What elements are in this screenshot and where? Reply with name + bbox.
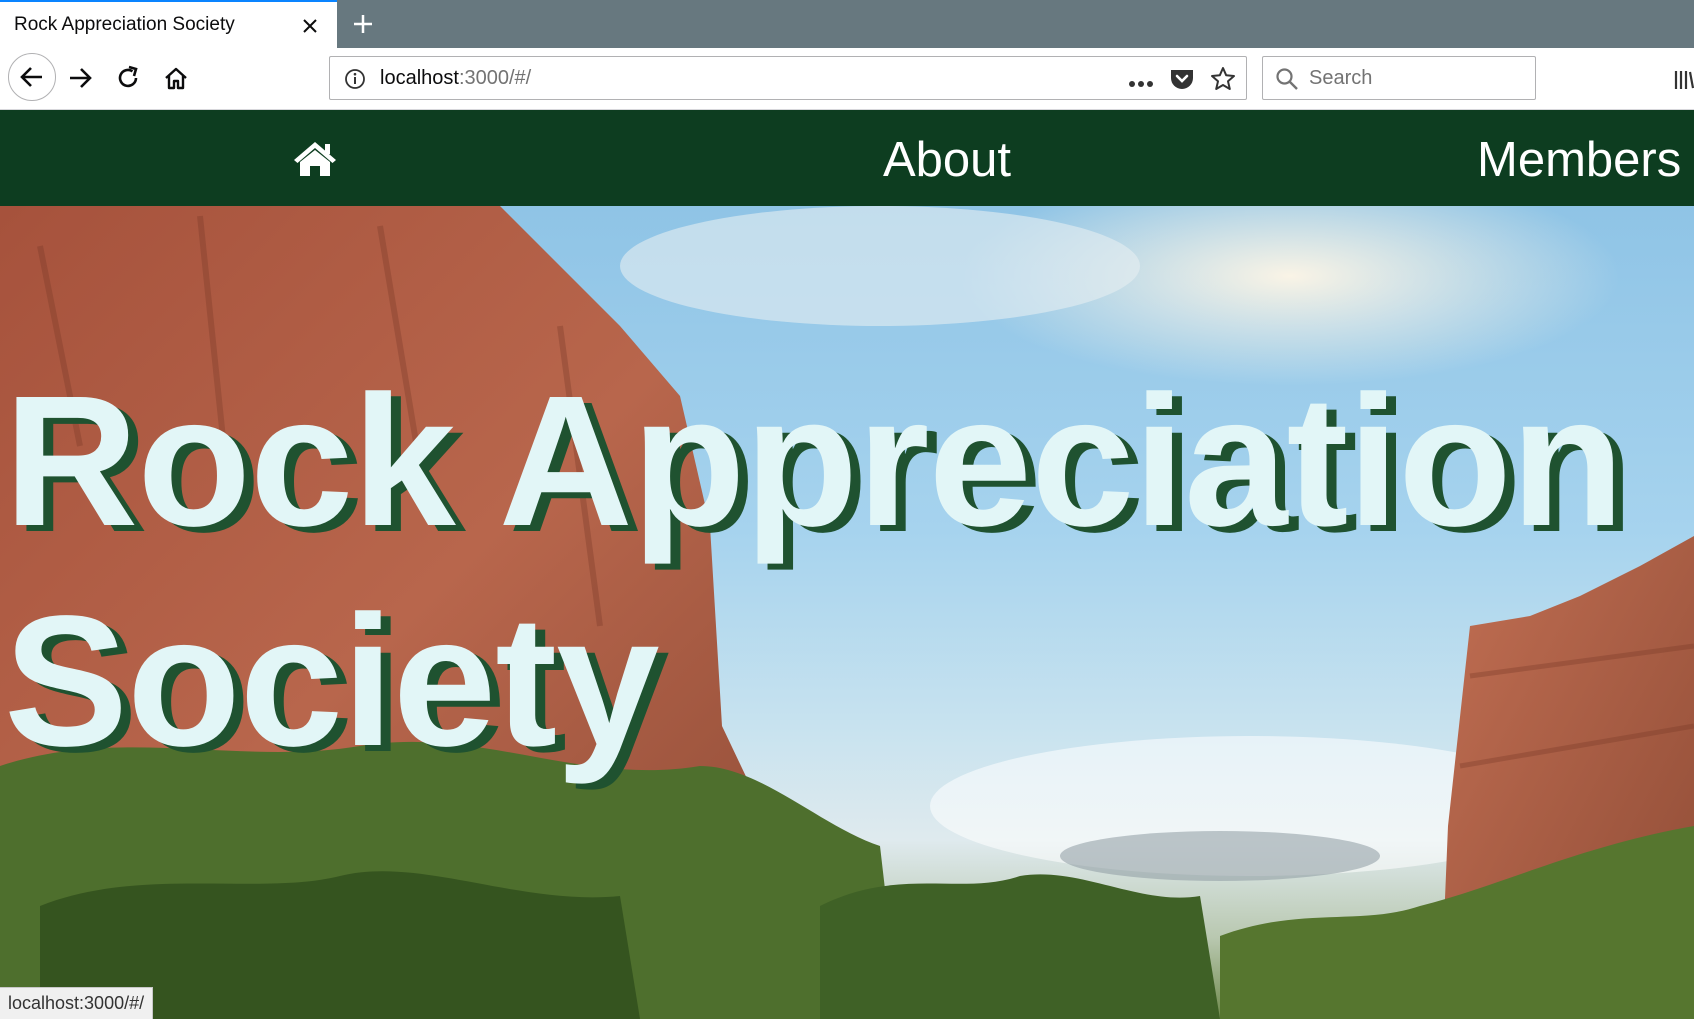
browser-tab[interactable]: Rock Appreciation Society <box>0 0 337 48</box>
url-host: localhost <box>380 67 459 89</box>
browser-toolbar: localhost:3000/#/ Search <box>0 48 1694 110</box>
tab-strip: Rock Appreciation Society <box>0 0 1694 48</box>
search-placeholder: Search <box>1309 67 1373 89</box>
forward-icon[interactable] <box>58 56 102 100</box>
library-icon[interactable] <box>1674 70 1694 95</box>
url-text: localhost:3000/#/ <box>380 67 531 90</box>
close-icon[interactable] <box>296 12 324 40</box>
url-path: :3000/#/ <box>458 67 532 89</box>
back-icon[interactable] <box>8 53 56 101</box>
site-navbar: About Members <box>0 110 1694 206</box>
bookmark-star-icon[interactable] <box>1210 66 1236 97</box>
url-bar[interactable]: localhost:3000/#/ <box>329 56 1247 100</box>
home-icon[interactable] <box>292 139 338 182</box>
status-bar: localhost:3000/#/ <box>0 987 154 1019</box>
more-actions-icon[interactable] <box>1128 75 1154 93</box>
new-tab-icon[interactable] <box>348 9 378 39</box>
search-icon <box>1275 67 1299 96</box>
pocket-icon[interactable] <box>1169 67 1195 96</box>
search-field[interactable]: Search <box>1262 56 1536 100</box>
info-icon[interactable] <box>344 68 366 95</box>
home-icon[interactable] <box>154 56 198 100</box>
nav-link-about[interactable]: About <box>883 132 1011 188</box>
hero-title: Rock Appreciation Society <box>4 358 1624 785</box>
tab-title: Rock Appreciation Society <box>14 14 235 35</box>
hero-banner: Rock Appreciation Society <box>0 206 1694 1019</box>
nav-link-members[interactable]: Members <box>1477 132 1681 188</box>
reload-icon[interactable] <box>106 56 150 100</box>
